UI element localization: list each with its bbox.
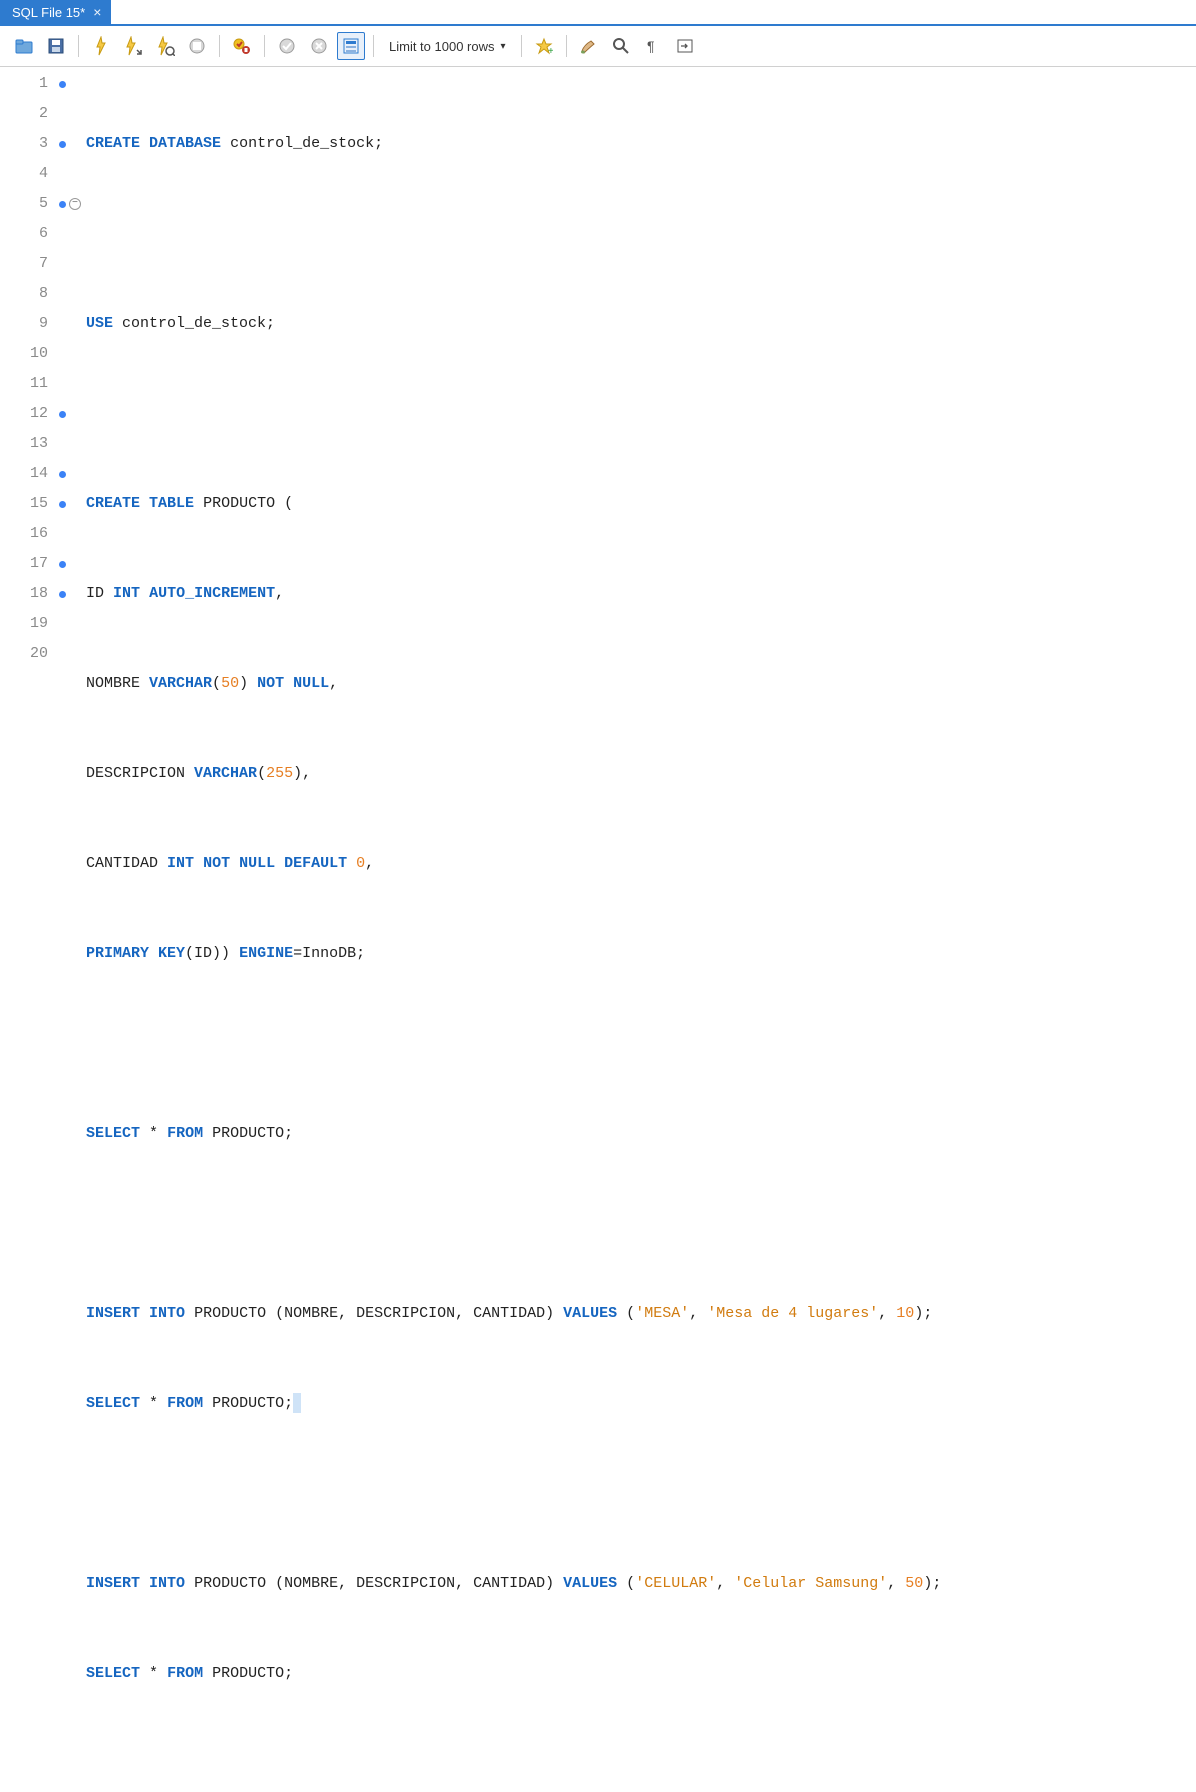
line-number: 6 [0, 219, 50, 249]
toggle-limit-button[interactable] [337, 32, 365, 60]
separator [521, 35, 522, 57]
statement-marker-icon [59, 471, 66, 478]
line-number: 9 [0, 309, 50, 339]
row-limit-dropdown[interactable]: Limit to 1000 rows ▾ [382, 36, 513, 57]
fold-toggle-icon[interactable]: − [69, 198, 81, 210]
statement-marker-icon [59, 561, 66, 568]
line-number: 19 [0, 609, 50, 639]
separator [566, 35, 567, 57]
line-number: 12 [0, 399, 50, 429]
execute-button[interactable] [87, 32, 115, 60]
show-invisible-button[interactable]: ¶ [639, 32, 667, 60]
stop-button[interactable] [183, 32, 211, 60]
wrap-button[interactable] [671, 32, 699, 60]
save-button[interactable] [42, 32, 70, 60]
line-number: 13 [0, 429, 50, 459]
line-number: 7 [0, 249, 50, 279]
line-number: 8 [0, 279, 50, 309]
open-file-button[interactable] [10, 32, 38, 60]
chevron-down-icon: ▾ [501, 41, 506, 52]
statement-marker-icon [59, 591, 66, 598]
row-limit-label: Limit to 1000 rows [389, 39, 495, 54]
close-icon[interactable]: × [93, 4, 101, 20]
toggle-autocommit-button[interactable] [228, 32, 256, 60]
statement-marker-icon [59, 141, 66, 148]
line-number: 4 [0, 159, 50, 189]
rollback-button[interactable] [305, 32, 333, 60]
line-number-gutter: 1 2 3 4 5 6 7 8 9 10 11 12 13 14 15 16 1… [0, 69, 56, 1792]
separator [264, 35, 265, 57]
statement-marker-icon [59, 201, 66, 208]
line-number: 15 [0, 489, 50, 519]
beautify-button[interactable]: + [530, 32, 558, 60]
marker-gutter: − [56, 69, 86, 1792]
line-number: 3 [0, 129, 50, 159]
text-cursor [293, 1393, 301, 1413]
editor-toolbar: Limit to 1000 rows ▾ + ¶ [0, 26, 1196, 67]
statement-marker-icon [59, 501, 66, 508]
line-number: 16 [0, 519, 50, 549]
separator [373, 35, 374, 57]
sql-editor[interactable]: 1 2 3 4 5 6 7 8 9 10 11 12 13 14 15 16 1… [0, 67, 1196, 1792]
line-number: 20 [0, 639, 50, 669]
tab-label: SQL File 15* [12, 5, 85, 20]
line-number: 1 [0, 69, 50, 99]
line-number: 5 [0, 189, 50, 219]
line-number: 2 [0, 99, 50, 129]
svg-text:¶: ¶ [647, 38, 655, 54]
tab-bar: SQL File 15* × [0, 0, 1196, 26]
statement-marker-icon [59, 81, 66, 88]
tab-sql-file[interactable]: SQL File 15* × [0, 0, 111, 24]
line-number: 17 [0, 549, 50, 579]
code-area[interactable]: CREATE DATABASE control_de_stock; USE co… [86, 69, 1196, 1792]
line-number: 11 [0, 369, 50, 399]
find-button[interactable] [607, 32, 635, 60]
brush-button[interactable] [575, 32, 603, 60]
line-number: 10 [0, 339, 50, 369]
line-number: 14 [0, 459, 50, 489]
svg-text:+: + [548, 46, 553, 55]
statement-marker-icon [59, 411, 66, 418]
commit-button[interactable] [273, 32, 301, 60]
explain-button[interactable] [151, 32, 179, 60]
separator [78, 35, 79, 57]
line-number: 18 [0, 579, 50, 609]
execute-current-button[interactable] [119, 32, 147, 60]
separator [219, 35, 220, 57]
